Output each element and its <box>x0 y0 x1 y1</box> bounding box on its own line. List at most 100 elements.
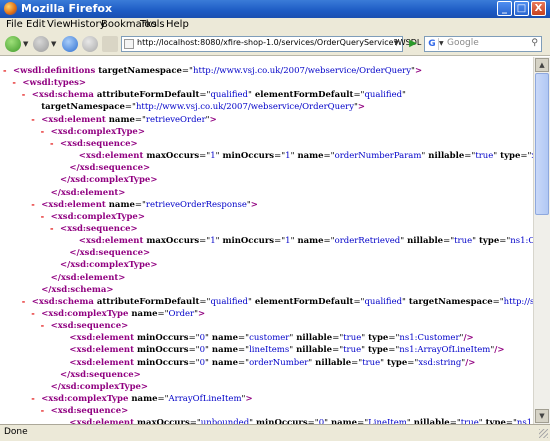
collapse-toggle-icon[interactable]: - <box>22 90 32 100</box>
xml-attr-token: name <box>208 333 239 344</box>
xml-tag-token: <xsd:sequence> <box>50 321 129 332</box>
xml-pun-token: =" <box>188 357 200 368</box>
xml-attr-token: name <box>105 114 135 125</box>
menu-view[interactable]: View <box>47 19 71 30</box>
xml-line: </xsd:sequence> <box>69 248 150 258</box>
minimize-button[interactable]: _ <box>497 1 512 16</box>
go-button[interactable]: ▶ <box>406 37 420 51</box>
menu-edit[interactable]: Edit <box>26 19 45 30</box>
xml-line: <xsd:element minOccurs="0" name="lineIte… <box>69 345 504 355</box>
forward-history-dropdown-icon[interactable]: ▼ <box>51 40 56 48</box>
xml-val-token: http://www.vsj.co.uk/2007/webservice/Ord… <box>135 102 354 113</box>
resize-grip-icon[interactable] <box>539 429 548 438</box>
page-icon <box>124 39 134 49</box>
search-engine-icon[interactable]: G <box>426 38 439 50</box>
collapse-toggle-icon[interactable]: - <box>12 78 22 88</box>
back-history-dropdown-icon[interactable]: ▼ <box>23 40 28 48</box>
collapse-toggle-icon[interactable]: - <box>41 127 51 137</box>
menu-help[interactable]: Help <box>166 19 189 30</box>
xml-val-token: ArrayOfLineItem <box>168 394 242 405</box>
xml-attr-token: targetNamespace <box>41 102 125 113</box>
scrollbar-thumb[interactable] <box>535 73 549 215</box>
xml-tag-token: > <box>250 199 258 210</box>
xml-attr-token: name <box>294 236 324 247</box>
xml-tag-token: </xsd:complexType> <box>50 381 149 392</box>
home-button[interactable] <box>102 36 118 52</box>
collapse-toggle-icon[interactable]: - <box>31 115 41 125</box>
xml-attr-token: nillable <box>293 333 333 344</box>
vertical-scrollbar[interactable]: ▲ ▼ <box>533 57 550 424</box>
xml-val-token: qualified <box>364 90 403 101</box>
xml-tag-token: <xsd:element <box>69 345 134 356</box>
xml-attr-token: name <box>128 394 158 405</box>
stop-button[interactable] <box>82 36 98 52</box>
xml-pun-token: =" <box>520 151 532 162</box>
xml-pun-token: =" <box>332 345 344 356</box>
xml-val-token: xsd:string <box>418 357 462 368</box>
menu-file[interactable]: File <box>6 19 23 30</box>
forward-button[interactable] <box>33 36 49 52</box>
xml-tag-token: </xsd:element> <box>50 187 126 198</box>
xml-attr-token: minOccurs <box>134 333 189 344</box>
collapse-toggle-icon[interactable]: - <box>31 394 41 404</box>
xml-pun-token: =" <box>157 394 169 405</box>
collapse-toggle-icon[interactable]: - <box>50 139 60 149</box>
xml-line: - <wsdl:definitions targetNamespace="http… <box>3 66 422 76</box>
xml-tag-token: </xsd:element> <box>50 272 126 283</box>
navigation-toolbar: ▼ ▼ http://localhost:8080/xfire-shop-1.0… <box>0 33 550 56</box>
xml-val-token: true <box>454 236 473 247</box>
close-button[interactable]: X <box>531 1 546 16</box>
firefox-logo-icon <box>4 2 17 15</box>
xml-line: - <xsd:sequence> <box>41 321 129 331</box>
search-engine-dropdown-icon[interactable]: ▼ <box>439 40 444 47</box>
collapse-toggle-icon[interactable]: - <box>22 297 32 307</box>
xml-tag-token: <xsd:sequence> <box>60 138 138 149</box>
search-bar[interactable]: G ▼ Google ⚲ <box>424 36 542 52</box>
menu-tools[interactable]: Tools <box>140 19 165 30</box>
reload-button[interactable] <box>62 36 78 52</box>
url-bar[interactable]: http://localhost:8080/xfire-shop-1.0/ser… <box>121 36 421 52</box>
xml-line: - <xsd:schema attributeFormDefault="quali… <box>22 297 533 307</box>
xml-line: - <xsd:complexType name="Order"> <box>31 309 205 319</box>
xml-attr-token: minOccurs <box>219 151 275 162</box>
xml-attr-token: minOccurs <box>134 357 189 368</box>
xml-pun-token: =" <box>407 357 419 368</box>
collapse-toggle-icon[interactable]: - <box>41 321 51 331</box>
xml-attr-token: type <box>476 236 500 247</box>
maximize-button[interactable]: □ <box>514 1 529 16</box>
xml-val-token: qualified <box>210 90 248 101</box>
xml-attr-token: elementFormDefault <box>251 90 354 101</box>
xml-tag-token: /> <box>465 357 476 368</box>
xml-attr-token: attributeFormDefault <box>93 296 200 307</box>
search-icon[interactable]: ⚲ <box>531 38 538 48</box>
collapse-toggle-icon[interactable]: - <box>31 200 41 210</box>
xml-line: </xsd:complexType> <box>51 382 148 392</box>
url-history-dropdown-icon[interactable]: ▼ <box>394 39 399 47</box>
xml-attr-token: nillable <box>293 345 333 356</box>
xml-attr-token: name <box>294 151 324 162</box>
xml-line: <xsd:element maxOccurs="1" minOccurs="1"… <box>79 236 533 246</box>
search-input[interactable]: Google <box>447 38 479 48</box>
xml-tag-token: <wsdl:definitions <box>13 66 96 76</box>
xml-tag-token: <wsdl:types> <box>22 78 87 89</box>
collapse-toggle-icon[interactable]: - <box>50 224 60 234</box>
collapse-toggle-icon[interactable]: - <box>3 66 13 76</box>
collapse-toggle-icon[interactable]: - <box>31 309 41 319</box>
collapse-toggle-icon[interactable]: - <box>41 406 51 416</box>
xml-tag-token: <xsd:sequence> <box>50 406 129 417</box>
xml-tag-token: <xsd:complexType <box>41 394 129 405</box>
collapse-toggle-icon[interactable]: - <box>41 212 51 222</box>
scroll-up-icon[interactable]: ▲ <box>535 58 549 72</box>
xml-tag-token: > <box>245 394 253 405</box>
xml-tag-token: > <box>209 114 217 125</box>
xml-val-token: true <box>362 357 381 368</box>
xml-pun-token: =" <box>199 236 211 247</box>
xml-pun-token: =" <box>499 236 511 247</box>
xml-attr-token: type <box>365 345 389 356</box>
xml-tag-token: <xsd:element <box>69 357 134 368</box>
url-text[interactable]: http://localhost:8080/xfire-shop-1.0/ser… <box>137 38 421 47</box>
xml-pun-token: =" <box>199 90 211 101</box>
xml-val-token: true <box>343 345 362 356</box>
back-button[interactable] <box>5 36 21 52</box>
scroll-down-icon[interactable]: ▼ <box>535 409 549 423</box>
